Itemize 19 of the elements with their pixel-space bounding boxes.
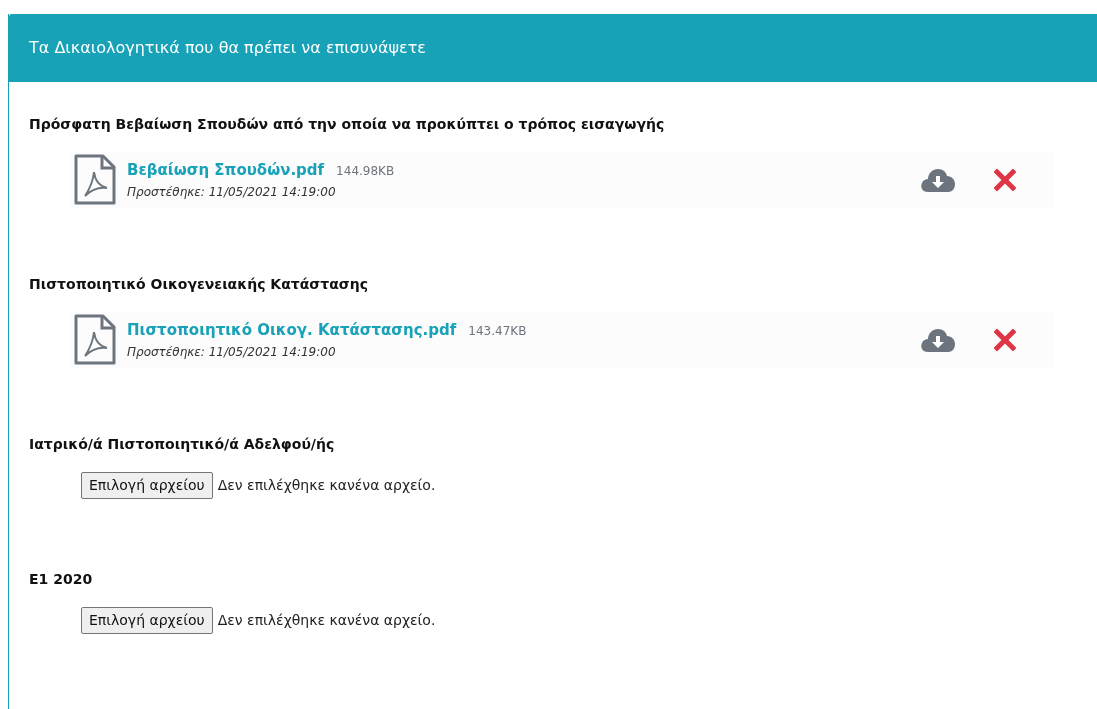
document-label: Πιστοποιητικό Οικογενειακής Κατάστασης (29, 275, 369, 294)
added-date: Προστέθηκε: 11/05/2021 14:19:00 (127, 344, 337, 362)
cloud-download-icon[interactable] (920, 167, 956, 193)
cloud-download-icon[interactable] (920, 327, 956, 353)
added-date: Προστέθηκε: 11/05/2021 14:19:00 (127, 184, 337, 202)
choose-file-button[interactable]: Επιλογή αρχείου (81, 472, 213, 499)
choose-file-button[interactable]: Επιλογή αρχείου (81, 607, 213, 634)
delete-icon[interactable] (994, 169, 1016, 191)
no-file-status: Δεν επιλέχθηκε κανένα αρχείο. (217, 611, 436, 630)
panel-title: Τα Δικαιολογητικά που θα πρέπει να επισυνάψετε (29, 37, 426, 59)
no-file-status: Δεν επιλέχθηκε κανένα αρχείο. (217, 476, 436, 495)
document-label: Ιατρικό/ά Πιστοποιητικό/ά Αδελφού/ής (29, 435, 336, 454)
document-label: Πρόσφατη Βεβαίωση Σπουδών από την οποία να προκύπτει ο τρόπος εισαγωγής (29, 115, 666, 134)
document-label: Ε1 2020 (29, 570, 94, 589)
pdf-file-icon (73, 154, 117, 206)
delete-icon[interactable] (994, 329, 1016, 351)
pdf-file-icon (73, 314, 117, 366)
file-size: 143.47KB (468, 322, 527, 340)
file-size: 144.98KB (336, 162, 395, 180)
